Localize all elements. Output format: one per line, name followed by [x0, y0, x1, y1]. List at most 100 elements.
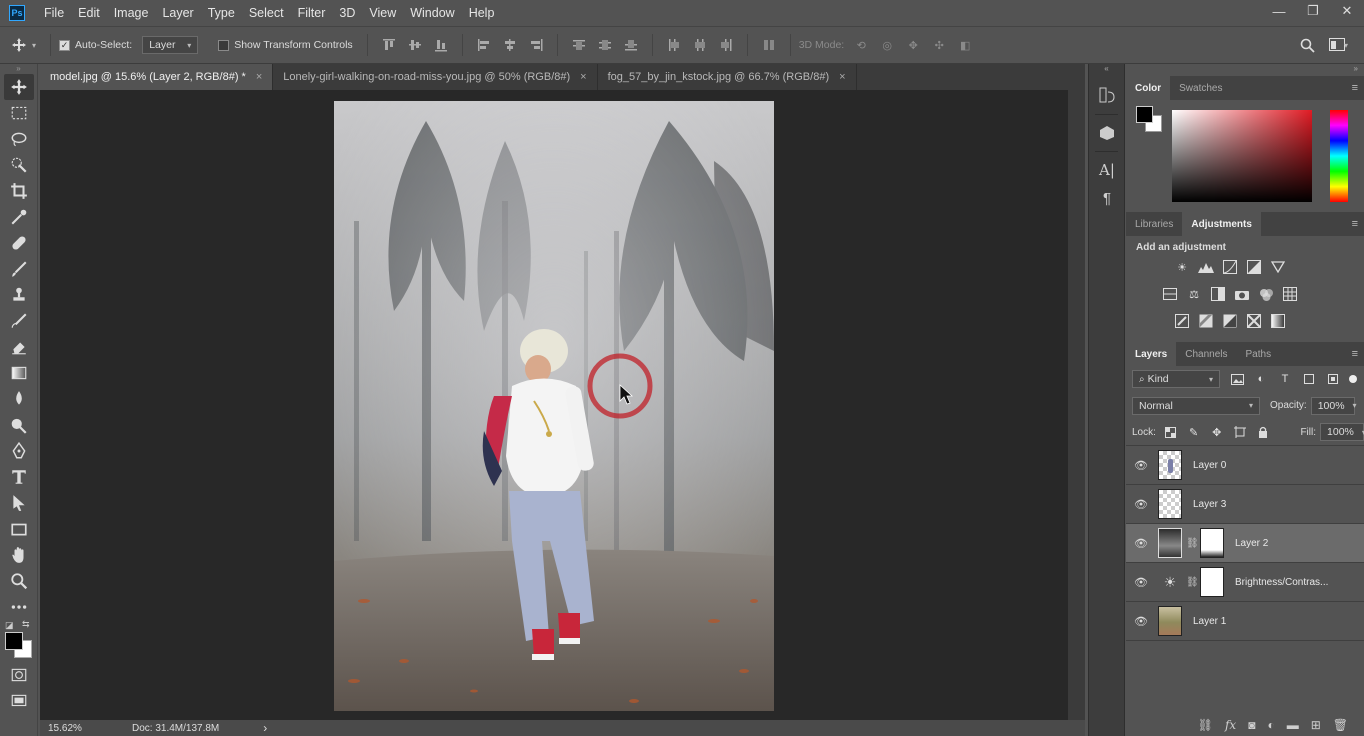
levels-icon[interactable] — [1197, 259, 1215, 275]
menu-image[interactable]: Image — [107, 6, 156, 20]
visibility-eye-icon[interactable]: 👁︎ — [1126, 459, 1156, 472]
strip-expand-icon[interactable]: « — [1089, 64, 1124, 76]
tab-adjustments[interactable]: Adjustments — [1182, 212, 1261, 236]
menu-edit[interactable]: Edit — [71, 6, 107, 20]
close-tab-icon[interactable]: × — [580, 71, 586, 83]
tab-libraries[interactable]: Libraries — [1126, 212, 1182, 236]
search-icon[interactable] — [1298, 36, 1316, 54]
panel-menu-icon[interactable]: ≡ — [1352, 82, 1358, 94]
tab-color[interactable]: Color — [1126, 76, 1171, 100]
align-left-icon[interactable] — [475, 36, 493, 54]
minimize-button[interactable]: — — [1262, 0, 1296, 22]
fill-field[interactable]: 100% ▾ — [1320, 423, 1364, 441]
dodge-tool-icon[interactable] — [4, 412, 34, 438]
tab-swatches[interactable]: Swatches — [1170, 76, 1231, 100]
distribute-left-icon[interactable] — [665, 36, 683, 54]
character-panel-icon[interactable]: A| — [1089, 156, 1125, 184]
filter-type-icon[interactable]: T — [1276, 371, 1294, 387]
menu-window[interactable]: Window — [403, 6, 461, 20]
layer-row-layer-2[interactable]: 👁︎ ⛓ Layer 2 — [1126, 524, 1364, 563]
type-tool-icon[interactable] — [4, 464, 34, 490]
visibility-eye-icon[interactable]: 👁︎ — [1126, 615, 1156, 628]
swap-colors-icon[interactable]: ⇆ — [22, 619, 30, 630]
vertical-scrollbar[interactable] — [1068, 90, 1085, 720]
3d-slide-icon[interactable]: ✣ — [930, 36, 948, 54]
delete-layer-icon[interactable]: 🗑︎ — [1333, 718, 1348, 732]
opacity-field[interactable]: 100% ▾ — [1310, 396, 1357, 415]
layer-mask-thumbnail[interactable] — [1200, 567, 1224, 597]
align-right-icon[interactable] — [527, 36, 545, 54]
layer-row-layer-0[interactable]: 👁︎ Layer 0 — [1126, 446, 1364, 485]
status-menu-arrow[interactable]: › — [263, 721, 267, 735]
panel-menu-icon[interactable]: ≡ — [1352, 348, 1358, 360]
exposure-icon[interactable] — [1245, 259, 1263, 275]
posterize-icon[interactable] — [1197, 313, 1215, 329]
history-panel-icon[interactable] — [1089, 82, 1125, 110]
lasso-tool-icon[interactable] — [4, 126, 34, 152]
menu-3d[interactable]: 3D — [332, 6, 362, 20]
layer-name[interactable]: Layer 1 — [1193, 616, 1226, 627]
screen-mode-icon[interactable] — [4, 688, 34, 714]
close-button[interactable]: ✕ — [1330, 0, 1364, 22]
align-horizontal-center-icon[interactable] — [501, 36, 519, 54]
brightness-contrast-icon[interactable]: ☀ — [1173, 259, 1191, 275]
document-image[interactable] — [334, 101, 774, 711]
visibility-eye-icon[interactable]: 👁︎ — [1126, 498, 1156, 511]
threshold-icon[interactable] — [1221, 313, 1239, 329]
color-balance-icon[interactable]: ⚖ — [1185, 286, 1203, 302]
restore-button[interactable]: ❐ — [1296, 0, 1330, 22]
align-top-icon[interactable] — [380, 36, 398, 54]
black-white-icon[interactable] — [1209, 286, 1227, 302]
canvas-area[interactable] — [40, 90, 1068, 720]
align-vertical-center-icon[interactable] — [406, 36, 424, 54]
lock-artboard-icon[interactable] — [1231, 424, 1248, 440]
hue-saturation-icon[interactable] — [1161, 286, 1179, 302]
layer-name[interactable]: Layer 2 — [1235, 538, 1268, 549]
quick-mask-icon[interactable] — [4, 662, 34, 688]
path-selection-tool-icon[interactable] — [4, 490, 34, 516]
filter-pixel-icon[interactable] — [1228, 371, 1246, 387]
pen-tool-icon[interactable] — [4, 438, 34, 464]
3d-drag-icon[interactable]: ✥ — [904, 36, 922, 54]
brush-tool-icon[interactable] — [4, 256, 34, 282]
3d-scale-icon[interactable]: ◧ — [956, 36, 974, 54]
auto-select-checkbox[interactable]: ✓ — [59, 39, 71, 51]
move-tool-preset-icon[interactable] — [10, 36, 28, 54]
layer-mask-thumbnail[interactable] — [1200, 528, 1224, 558]
vibrance-icon[interactable] — [1269, 259, 1287, 275]
default-colors-icon[interactable]: ◪ — [5, 620, 14, 631]
lock-transparent-icon[interactable] — [1162, 424, 1179, 440]
show-transform-checkbox[interactable] — [218, 39, 230, 51]
photo-filter-icon[interactable] — [1233, 286, 1251, 302]
align-bottom-icon[interactable] — [432, 36, 450, 54]
clone-stamp-tool-icon[interactable] — [4, 282, 34, 308]
mask-link-icon[interactable]: ⛓ — [1186, 577, 1199, 588]
menu-file[interactable]: File — [37, 6, 71, 20]
move-tool-icon[interactable] — [4, 74, 34, 100]
layer-name[interactable]: Layer 0 — [1193, 460, 1226, 471]
filter-toggle-icon[interactable] — [1349, 375, 1357, 383]
distribute-horizontal-center-icon[interactable] — [691, 36, 709, 54]
lock-position-icon[interactable]: ✥ — [1208, 424, 1225, 440]
history-brush-tool-icon[interactable] — [4, 308, 34, 334]
zoom-level[interactable]: 15.62% — [40, 723, 110, 734]
auto-align-icon[interactable] — [760, 36, 778, 54]
filter-smart-object-icon[interactable] — [1324, 371, 1342, 387]
layer-name[interactable]: Layer 3 — [1193, 499, 1226, 510]
mask-link-icon[interactable]: ⛓ — [1186, 538, 1199, 549]
curves-icon[interactable] — [1221, 259, 1239, 275]
link-layers-icon[interactable]: ⛓ — [1198, 718, 1213, 732]
add-mask-icon[interactable]: ◙ — [1248, 718, 1255, 732]
foreground-color-swatch[interactable] — [5, 632, 23, 650]
more-tools-icon[interactable] — [4, 594, 34, 620]
invert-icon[interactable] — [1173, 313, 1191, 329]
layer-name[interactable]: Brightness/Contras... — [1235, 577, 1328, 588]
menu-select[interactable]: Select — [242, 6, 291, 20]
close-tab-icon[interactable]: × — [839, 71, 845, 83]
selective-color-icon[interactable] — [1245, 313, 1263, 329]
new-group-icon[interactable]: ▬ — [1287, 718, 1299, 732]
3d-roll-icon[interactable]: ◎ — [878, 36, 896, 54]
distribute-bottom-icon[interactable] — [622, 36, 640, 54]
menu-filter[interactable]: Filter — [291, 6, 333, 20]
hand-tool-icon[interactable] — [4, 542, 34, 568]
